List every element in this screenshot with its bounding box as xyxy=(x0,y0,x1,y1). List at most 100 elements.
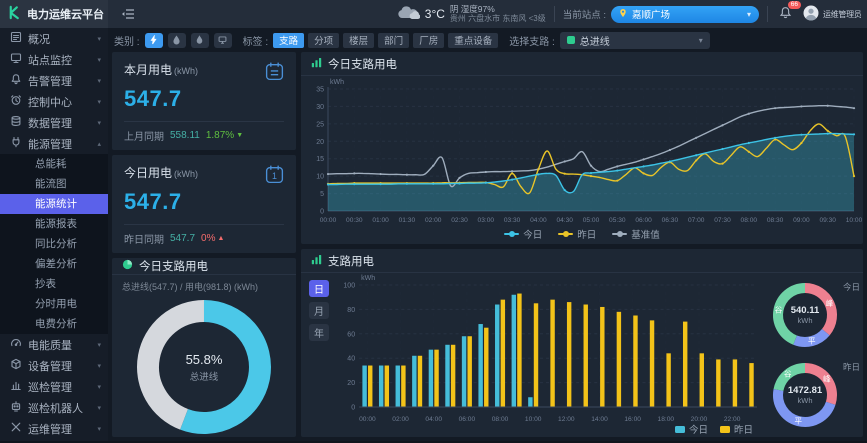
chevron-down-icon: ▾ xyxy=(97,56,101,64)
svg-text:kWh: kWh xyxy=(330,79,344,86)
station-dropdown[interactable]: 嘉顺广场 ▾ xyxy=(611,6,759,23)
sidebar-item-控制中心[interactable]: 控制中心▾ xyxy=(0,91,108,112)
category-button-electric[interactable] xyxy=(145,33,163,48)
svg-text:80: 80 xyxy=(347,307,355,314)
weather-widget: 3°C 阴 湿度97% 贵州 六盘水市 东南风 <3级 xyxy=(396,4,546,25)
submenu-item-同比分析[interactable]: 同比分析 xyxy=(0,234,108,254)
tag-button-楼层[interactable]: 楼层 xyxy=(343,33,374,48)
svg-text:05:00: 05:00 xyxy=(583,217,600,224)
day-usage-card: 今日用电(kWh) 1 547.7 昨日同期 547.7 0%▲ xyxy=(112,155,296,253)
svg-text:04:30: 04:30 xyxy=(556,217,573,224)
category-button-screen[interactable] xyxy=(214,33,232,48)
chevron-down-icon: ▾ xyxy=(97,404,101,412)
delta-badge: 0%▲ xyxy=(201,233,224,244)
delta-arrow-icon: ▲ xyxy=(217,235,224,242)
line-chart[interactable]: 05101520253035kWh00:0000:3001:0001:3002:… xyxy=(301,76,863,226)
submenu-item-电费分析[interactable]: 电费分析 xyxy=(0,314,108,334)
calendar-day-icon: 1 xyxy=(264,164,285,188)
legend-item-今日[interactable]: 今日 xyxy=(675,422,708,436)
sidebar-item-能源管理[interactable]: 能源管理 ▴ xyxy=(0,133,108,154)
notifications-button[interactable]: 66 xyxy=(776,4,795,25)
submenu-item-能流图[interactable]: 能流图 xyxy=(0,174,108,194)
submenu-item-能源报表[interactable]: 能源报表 xyxy=(0,214,108,234)
legend-item-今日[interactable]: 今日 xyxy=(504,227,542,241)
svg-text:15: 15 xyxy=(316,156,324,163)
droplet-icon xyxy=(172,35,181,45)
sidebar-item-概况[interactable]: 概况▾ xyxy=(0,28,108,49)
sidebar-item-巡检机器人[interactable]: 巡检机器人▾ xyxy=(0,397,108,418)
sidebar-item-电能质量[interactable]: 电能质量▾ xyxy=(0,334,108,355)
submenu-item-抄表[interactable]: 抄表 xyxy=(0,274,108,294)
branch-donut-chart[interactable]: 55.8% 总进线 xyxy=(131,294,277,440)
svg-text:20: 20 xyxy=(316,139,324,146)
sidebar-item-设备管理[interactable]: 设备管理▾ xyxy=(0,355,108,376)
sidebar-item-运维管理[interactable]: 运维管理▾ xyxy=(0,418,108,439)
database-icon xyxy=(10,115,22,130)
svg-text:峰: 峰 xyxy=(826,298,834,308)
sidebar-item-label: 电能质量 xyxy=(28,337,72,353)
card-unit: (kWh) xyxy=(174,169,198,179)
tag-button-部门[interactable]: 部门 xyxy=(378,33,409,48)
tag-button-厂房[interactable]: 厂房 xyxy=(413,33,444,48)
sidebar-item-站点监控[interactable]: 站点监控 ▾ xyxy=(0,49,108,70)
svg-text:08:00: 08:00 xyxy=(492,416,509,423)
submenu-item-能源统计[interactable]: 能源统计 xyxy=(0,194,108,214)
bar-chart-legend[interactable]: 今日昨日 xyxy=(675,422,753,436)
tag-button-支路[interactable]: 支路 xyxy=(273,33,304,48)
svg-text:1: 1 xyxy=(272,171,277,181)
divider xyxy=(767,6,768,22)
submenu-item-分时用电[interactable]: 分时用电 xyxy=(0,294,108,314)
svg-text:00:00: 00:00 xyxy=(359,416,376,423)
tou-donut-昨日[interactable]: 峰平谷1472.81kWh昨日 xyxy=(764,357,860,433)
sidebar-item-label: 能源管理 xyxy=(28,136,72,152)
overview-icon xyxy=(10,31,22,46)
sidebar-item-label: 站点监控 xyxy=(28,52,72,68)
svg-text:01:00: 01:00 xyxy=(372,217,389,224)
user-menu[interactable]: 运维管理员A xyxy=(803,5,861,24)
svg-text:30: 30 xyxy=(316,104,324,111)
branch-usage-bar-panel: 支路用电 日月年 020406080100kWh00:0002:0004:000… xyxy=(301,249,863,437)
svg-text:100: 100 xyxy=(343,283,355,290)
panel-title: 支路用电 xyxy=(328,253,374,269)
sidebar-item-告警管理[interactable]: 告警管理▾ xyxy=(0,70,108,91)
category-button-gas[interactable] xyxy=(191,33,209,48)
period-button-年[interactable]: 年 xyxy=(309,324,329,341)
chevron-up-icon: ▴ xyxy=(97,140,101,148)
category-button-water[interactable] xyxy=(168,33,186,48)
svg-text:02:00: 02:00 xyxy=(392,416,409,423)
sidebar-item-label: 数据管理 xyxy=(28,115,72,131)
sidebar-item-label: 告警管理 xyxy=(28,73,72,89)
ops-icon xyxy=(10,421,22,436)
period-button-月[interactable]: 月 xyxy=(309,302,329,319)
svg-text:03:00: 03:00 xyxy=(478,217,495,224)
legend-item-昨日[interactable]: 昨日 xyxy=(558,227,596,241)
svg-text:0: 0 xyxy=(320,209,324,216)
tou-donuts: 峰平谷540.11kWh今日峰平谷1472.81kWh昨日 xyxy=(761,273,863,437)
period-button-日[interactable]: 日 xyxy=(309,280,329,297)
sidebar-item-巡检管理[interactable]: 巡检管理▾ xyxy=(0,376,108,397)
legend-item-昨日[interactable]: 昨日 xyxy=(720,422,753,436)
svg-text:0: 0 xyxy=(351,405,355,412)
bar-chart[interactable]: 020406080100kWh00:0002:0004:0006:0008:00… xyxy=(331,273,761,429)
submenu-item-偏差分析[interactable]: 偏差分析 xyxy=(0,254,108,274)
svg-text:10:00: 10:00 xyxy=(846,217,863,224)
tou-donut-今日[interactable]: 峰平谷540.11kWh今日 xyxy=(764,277,860,353)
station-name: 嘉顺广场 xyxy=(632,7,670,21)
tag-button-分项[interactable]: 分项 xyxy=(308,33,339,48)
svg-text:08:00: 08:00 xyxy=(741,217,758,224)
line-chart-legend[interactable]: 今日 昨日 基准值 xyxy=(301,226,863,242)
branch-dropdown[interactable]: 总进线 ▾ xyxy=(560,32,710,49)
filter-bar: 类别 : 标签 : 支路分项楼层部门厂房重点设备 选择支路 : 总进线 ▾ xyxy=(108,28,867,52)
sidebar-item-数据管理[interactable]: 数据管理▾ xyxy=(0,112,108,133)
submenu-item-总能耗[interactable]: 总能耗 xyxy=(0,154,108,174)
tag-label: 标签 : xyxy=(243,33,269,48)
bar-chart-area: 020406080100kWh00:0002:0004:0006:0008:00… xyxy=(331,273,761,437)
svg-text:18:00: 18:00 xyxy=(658,416,675,423)
legend-item-基准值[interactable]: 基准值 xyxy=(612,227,660,241)
tag-button-重点设备[interactable]: 重点设备 xyxy=(448,33,498,48)
temperature: 3°C xyxy=(425,7,445,21)
svg-text:03:30: 03:30 xyxy=(504,217,521,224)
sidebar-collapse-icon[interactable] xyxy=(121,8,135,20)
app-title: 电力运维云平台 xyxy=(27,6,104,22)
tou-day-label: 今日 xyxy=(843,281,860,293)
